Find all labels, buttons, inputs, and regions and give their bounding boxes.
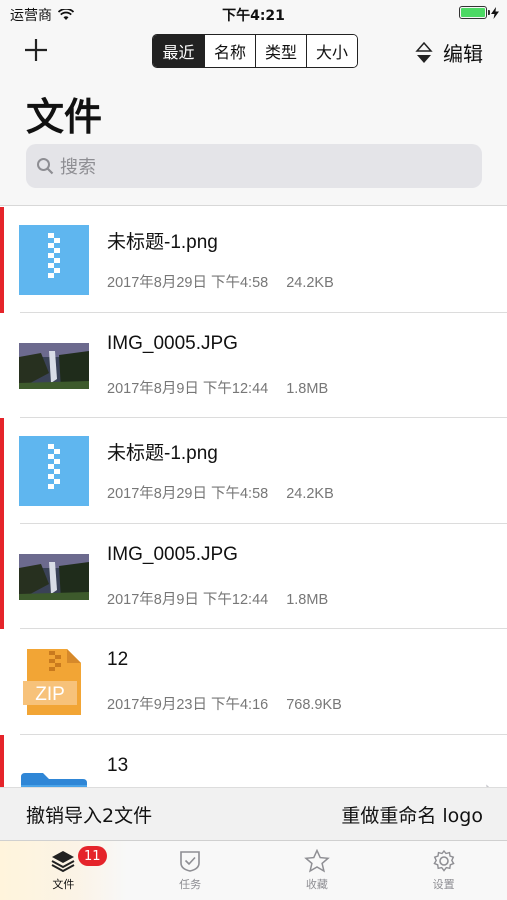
gear-icon <box>432 849 455 872</box>
file-date: 2017年8月29日 下午4:58 <box>107 486 269 502</box>
stack-icon <box>51 851 75 873</box>
file-meta: 2017年9月23日 下午4:16 768.9KB <box>107 693 342 714</box>
folder-row[interactable]: 13 › <box>0 734 507 788</box>
add-plus-icon[interactable] <box>22 36 50 64</box>
marked-indicator <box>0 734 4 787</box>
file-size: 1.8MB <box>286 380 329 397</box>
file-meta: 2017年8月29日 下午4:58 24.2KB <box>107 482 334 503</box>
file-meta: 2017年8月9日 下午12:44 1.8MB <box>107 588 328 609</box>
tab-settings[interactable]: 设置 <box>380 841 507 900</box>
file-name: 12 <box>107 649 129 670</box>
file-list: 未标题-1.png 2017年8月29日 下午4:58 24.2KB IMG_00… <box>0 207 507 787</box>
file-row[interactable]: ZIP 12 2017年9月23日 下午4:16 768.9KB <box>0 629 507 735</box>
svg-text:ZIP: ZIP <box>35 684 65 705</box>
page-title: 文件 <box>26 95 103 139</box>
file-size: 1.8MB <box>286 591 329 608</box>
tab-label: 设置 <box>432 878 455 891</box>
file-size: 768.9KB <box>286 697 342 713</box>
sort-tab-size[interactable]: 大小 <box>306 35 357 67</box>
file-size: 24.2KB <box>286 275 334 291</box>
file-row[interactable]: 未标题-1.png 2017年8月29日 下午4:58 24.2KB <box>0 418 507 524</box>
file-date: 2017年8月9日 下午12:44 <box>107 591 269 608</box>
photo-thumbnail <box>19 342 89 389</box>
png-file-icon <box>19 225 89 295</box>
file-name: 未标题-1.png <box>107 232 218 253</box>
tab-label: 文件 <box>52 878 75 891</box>
file-date: 2017年9月23日 下午4:16 <box>107 697 269 713</box>
sort-tab-type[interactable]: 类型 <box>255 35 306 67</box>
file-name: IMG_0005.JPG <box>107 332 238 354</box>
folder-icon <box>21 772 87 787</box>
star-icon <box>304 849 330 873</box>
file-date: 2017年8月9日 下午12:44 <box>107 380 269 397</box>
search-placeholder: 搜索 <box>60 157 96 178</box>
tab-files[interactable]: 11 文件 <box>0 841 127 900</box>
tab-tasks[interactable]: 任务 <box>127 841 254 900</box>
sort-tab-name[interactable]: 名称 <box>204 35 255 67</box>
undo-import-button[interactable]: 撤销导入2文件 <box>26 801 152 828</box>
photo-thumbnail <box>19 553 89 600</box>
marked-indicator <box>0 418 4 524</box>
search-icon <box>37 158 54 175</box>
folder-name: 13 <box>107 754 129 776</box>
navigation-header: 最近 名称 类型 大小 编辑 文件 搜索 <box>0 28 507 206</box>
search-field[interactable]: 搜索 <box>26 144 482 188</box>
status-bar: 运营商 下午4:21 <box>0 0 507 28</box>
charging-bolt-icon <box>491 6 499 19</box>
file-meta: 2017年8月29日 下午4:58 24.2KB <box>107 271 334 292</box>
redo-rename-button[interactable]: 重做重命名 logo <box>341 801 483 828</box>
status-time: 下午4:21 <box>222 8 285 24</box>
file-name: 未标题-1.png <box>107 443 218 464</box>
sort-order-icon[interactable] <box>415 41 433 65</box>
file-date: 2017年8月29日 下午4:58 <box>107 275 269 291</box>
battery-icon <box>459 6 490 19</box>
png-file-icon <box>19 436 89 506</box>
tab-bar: 11 文件 任务 收藏 设置 <box>0 840 507 900</box>
notification-badge: 11 <box>78 846 107 866</box>
tab-label: 任务 <box>179 878 202 891</box>
file-name: IMG_0005.JPG <box>107 543 238 565</box>
chevron-right-icon: › <box>484 777 493 788</box>
file-size: 24.2KB <box>286 486 334 502</box>
sort-tab-recent[interactable]: 最近 <box>153 35 204 67</box>
tab-favorites[interactable]: 收藏 <box>254 841 381 900</box>
shield-check-icon <box>180 851 200 872</box>
file-meta: 2017年8月9日 下午12:44 1.8MB <box>107 377 328 398</box>
edit-button[interactable]: 编辑 <box>443 38 483 67</box>
file-row[interactable]: 未标题-1.png 2017年8月29日 下午4:58 24.2KB <box>0 207 507 313</box>
sort-segmented-control: 最近 名称 类型 大小 <box>152 34 358 68</box>
file-row[interactable]: IMG_0005.JPG 2017年8月9日 下午12:44 1.8MB <box>0 313 507 418</box>
file-row[interactable]: IMG_0005.JPG 2017年8月9日 下午12:44 1.8MB <box>0 523 507 629</box>
marked-indicator <box>0 523 4 629</box>
zip-file-icon: ZIP <box>23 649 81 715</box>
tab-label: 收藏 <box>305 878 328 891</box>
undo-redo-bar: 撤销导入2文件 重做重命名 logo <box>0 787 507 840</box>
marked-indicator <box>0 207 4 313</box>
